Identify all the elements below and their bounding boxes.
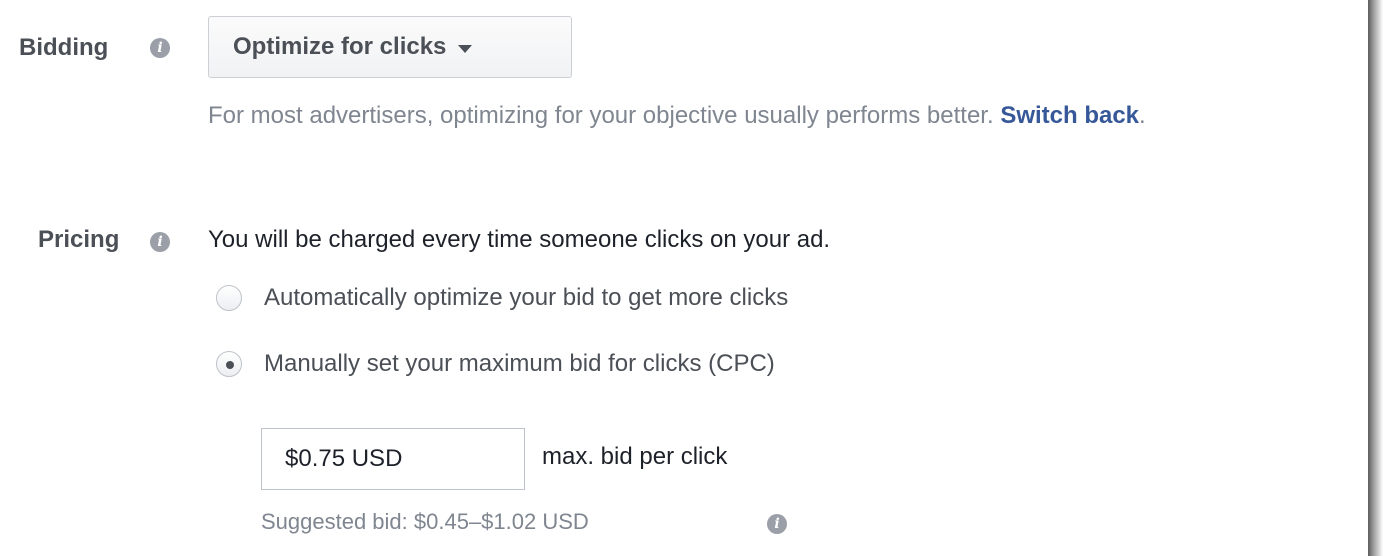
info-icon[interactable]: i bbox=[767, 514, 787, 534]
info-icon[interactable]: i bbox=[150, 232, 170, 252]
bidding-note-text: For most advertisers, optimizing for you… bbox=[208, 102, 1001, 129]
radio-button-auto[interactable] bbox=[216, 285, 242, 311]
bidding-dropdown[interactable]: Optimize for clicks bbox=[208, 16, 572, 78]
max-bid-suffix: max. bid per click bbox=[542, 443, 728, 470]
bidding-dropdown-value: Optimize for clicks bbox=[233, 33, 447, 60]
pricing-label: Pricing bbox=[38, 226, 120, 253]
bidding-label: Bidding bbox=[19, 34, 109, 61]
pricing-description: You will be charged every time someone c… bbox=[208, 226, 831, 253]
bidding-pricing-panel: Bidding i Optimize for clicks For most a… bbox=[0, 0, 1375, 556]
bidding-note: For most advertisers, optimizing for you… bbox=[208, 96, 1378, 136]
radio-option-manual[interactable]: Manually set your maximum bid for clicks… bbox=[216, 350, 775, 378]
suggested-bid: Suggested bid: $0.45–$1.02 USD bbox=[261, 509, 589, 534]
max-bid-input[interactable] bbox=[261, 428, 525, 490]
switch-back-link[interactable]: Switch back bbox=[1000, 102, 1139, 129]
radio-button-manual[interactable] bbox=[216, 351, 242, 377]
radio-label-manual: Manually set your maximum bid for clicks… bbox=[264, 350, 775, 377]
radio-label-auto: Automatically optimize your bid to get m… bbox=[264, 284, 789, 311]
radio-option-auto[interactable]: Automatically optimize your bid to get m… bbox=[216, 284, 788, 312]
bidding-note-end: . bbox=[1139, 102, 1146, 129]
window-edge-shadow bbox=[1368, 0, 1383, 556]
info-icon[interactable]: i bbox=[150, 38, 170, 58]
caret-down-icon bbox=[458, 45, 473, 53]
